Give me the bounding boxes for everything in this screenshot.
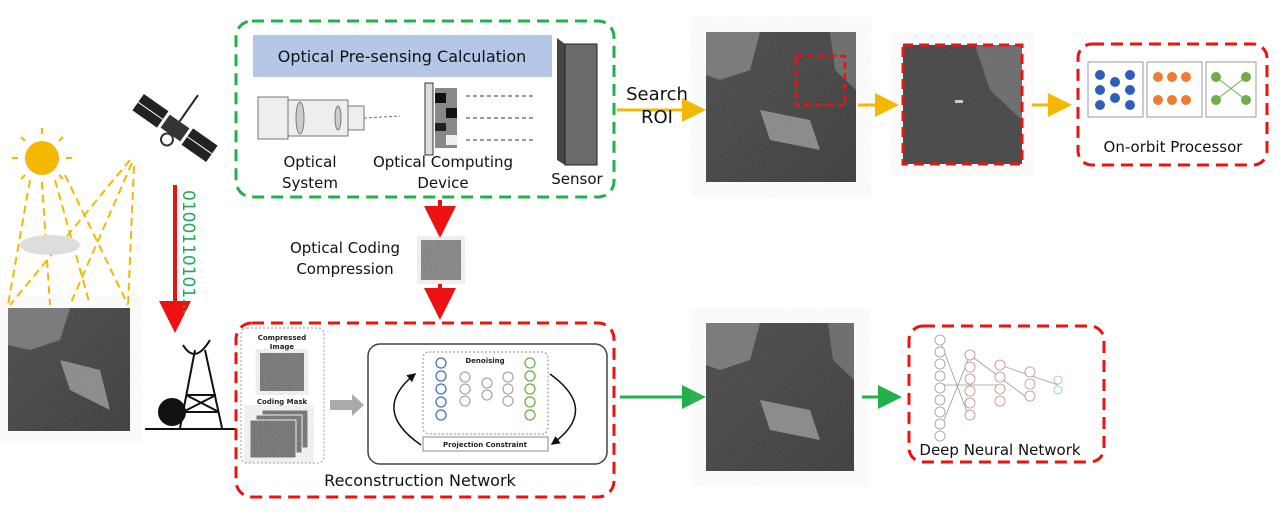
onorbit-processor-label: On-orbit Processor [1104,138,1244,156]
cloud [20,235,80,255]
coding-compression-label: Optical Coding [290,239,400,257]
coding-mask-icon [424,82,535,156]
reconstruction-title: Reconstruction Network [324,471,516,490]
dnn-label: Deep Neural Network [919,441,1080,459]
optical-system-label: Optical [284,153,337,171]
coding-compression-label-2: Compression [296,260,393,278]
diagram: 0100110101... Optical Pre-sensing Calcul… [0,0,1280,524]
search-label: Search [626,84,688,105]
compressed-image-label: Compressed [258,334,307,342]
processor-network-icon [1087,61,1257,118]
roi-zoom-image [903,45,1022,164]
presensing-title: Optical Pre-sensing Calculation [278,47,527,66]
light-rays [7,159,135,306]
ground-station-icon [145,339,235,430]
denoising-label: Denoising [465,357,504,365]
compressed-image-label-2: Image [270,343,295,351]
flow-arrow [330,394,364,416]
lens-icon [257,96,401,140]
diagram-canvas: 0100110101... Optical Pre-sensing Calcul… [7,19,1269,499]
satellite-icon [132,93,218,163]
projection-constraint-label: Projection Constraint [443,441,528,449]
roi-label: ROI [641,107,673,128]
sun-icon [12,128,72,188]
optical-computing-label: Optical Computing [373,153,513,171]
optical-system-label-2: System [282,174,338,192]
sensor-label: Sensor [551,170,603,188]
dnn-icon [934,334,1063,442]
binary-stream: 0100110101... [178,190,198,314]
sensor-icon [557,38,598,166]
denoising-network-icon [435,357,536,421]
satellite-image [706,32,856,182]
coding-mask-label: Coding Mask [257,398,308,406]
ground-image [8,308,130,431]
reconstructed-image [706,323,854,471]
coding-mask-stack [249,409,309,459]
optical-computing-label-2: Device [417,174,468,192]
